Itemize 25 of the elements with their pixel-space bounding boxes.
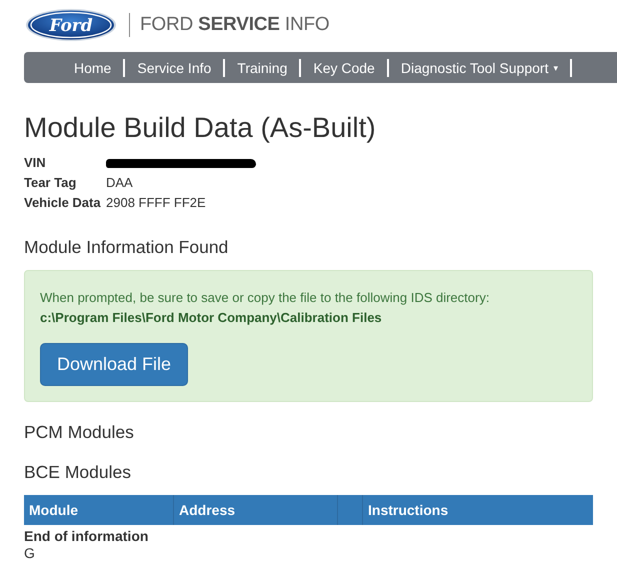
column-header: Module xyxy=(24,495,174,525)
alert-text: When prompted, be sure to save or copy the file to the following IDS directory: xyxy=(40,289,490,307)
footer-text: G xyxy=(24,545,36,561)
nav-link[interactable]: Key Code xyxy=(301,58,389,76)
nav-link[interactable]: Training xyxy=(225,58,302,76)
field-value: 2908 FFFF FF2E xyxy=(106,194,206,212)
nav-link[interactable]: Service Info xyxy=(125,58,226,76)
section-heading: Module Information Found xyxy=(24,237,230,258)
directory-path: c:\Program Files\Ford Motor Company\Calibration Files xyxy=(40,309,383,327)
nav-link[interactable]: Diagnostic Tool Support ▾ xyxy=(388,58,572,76)
column-header: Instructions xyxy=(367,501,450,520)
page-title: Module Build Data (As-Built) xyxy=(24,112,377,144)
download-button[interactable]: Download File xyxy=(40,343,188,386)
caret-icon: ▾ xyxy=(553,58,558,76)
field-label: VIN xyxy=(24,154,47,172)
field-value: DAA xyxy=(106,174,133,192)
end-text: End of information xyxy=(24,528,150,545)
column-header: Address xyxy=(174,495,338,525)
section-heading: PCM Modules xyxy=(24,422,135,443)
section-heading: BCE Modules xyxy=(24,462,132,483)
nav-link[interactable]: Home xyxy=(62,58,126,76)
field-label: Tear Tag xyxy=(24,174,78,192)
field-label: Vehicle Data xyxy=(24,194,102,212)
site-title: FORD SERVICE INFO xyxy=(140,14,330,36)
ford-logo[interactable]: Ford xyxy=(25,8,117,42)
